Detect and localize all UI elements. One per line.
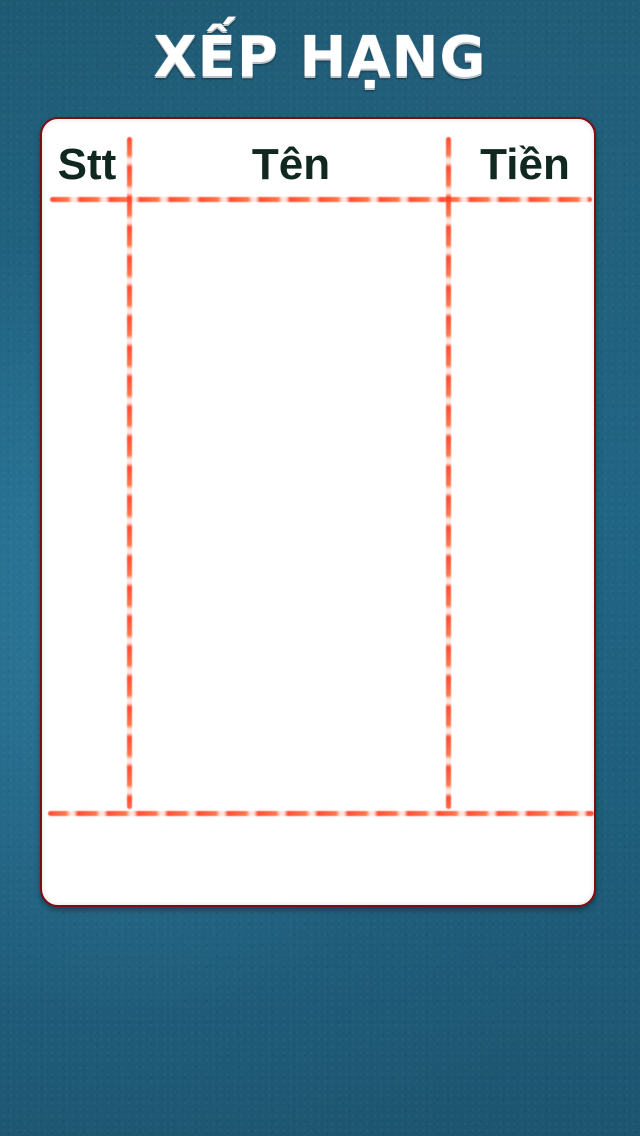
column-header-rank: Stt	[57, 140, 117, 189]
leaderboard-rows[interactable]	[48, 205, 590, 805]
column-header-name: Tên	[251, 140, 331, 189]
page-title: XẾP HẠNG	[153, 25, 487, 90]
leaderboard-panel: Stt Tên Tiền	[40, 117, 596, 907]
leaderboard-footer	[48, 821, 590, 901]
column-header-money: Tiền	[480, 140, 570, 189]
table-bottom-divider	[48, 811, 594, 816]
